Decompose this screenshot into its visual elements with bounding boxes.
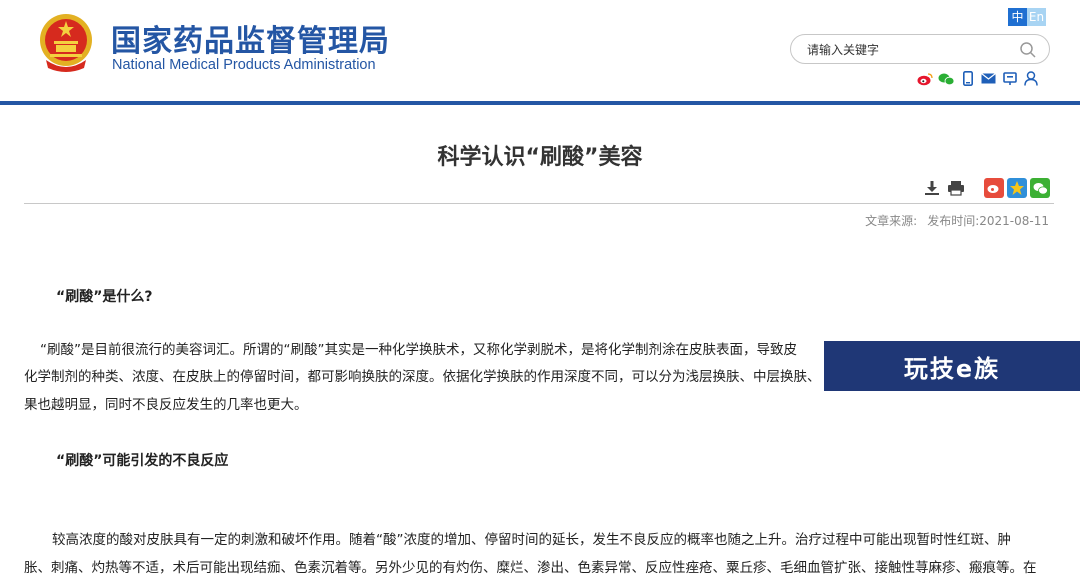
article-toolbar (922, 178, 1050, 198)
paragraph-2-line-2: 胀、刺痛、灼热等不适，术后可能出现结痂、色素沉着等。另外少见的有灼伤、糜烂、渗出… (24, 560, 1037, 576)
print-icon[interactable] (946, 178, 966, 198)
publish-label: 发布时间: (927, 214, 980, 228)
search-icon[interactable] (1019, 41, 1037, 59)
download-icon[interactable] (922, 178, 942, 198)
lang-zh-button[interactable]: 中 (1008, 8, 1027, 26)
mobile-icon[interactable] (959, 70, 976, 87)
section-heading-1: “刷酸”是什么? (56, 289, 153, 305)
user-icon[interactable] (1022, 70, 1039, 87)
org-name-en[interactable]: National Medical Products Administration (112, 57, 376, 73)
header-divider (0, 101, 1080, 105)
share-buttons (984, 178, 1050, 198)
weibo-icon[interactable] (917, 70, 934, 87)
language-switch: 中 En (1008, 8, 1046, 26)
article-title: 科学认识“刷酸”美容 (437, 145, 643, 170)
lang-en-button[interactable]: En (1027, 8, 1046, 26)
article-meta: 文章来源: 发布时间:2021-08-11 (865, 212, 1049, 229)
source-label: 文章来源: (865, 214, 918, 228)
qzone-share-icon[interactable] (1007, 178, 1027, 198)
watermark-text: 玩技e族 (903, 354, 1001, 383)
search-box (790, 34, 1050, 64)
org-name-cn[interactable]: 国家药品监督管理局 (111, 16, 390, 60)
weibo-share-icon[interactable] (984, 178, 1004, 198)
paragraph-2-line-1: 较高浓度的酸对皮肤具有一定的刺激和破坏作用。随着“酸”浓度的增加、停留时间的延长… (52, 532, 1011, 548)
message-icon[interactable] (1001, 70, 1018, 87)
national-emblem-icon[interactable] (38, 12, 94, 74)
publish-info: 发布时间:2021-08-11 (927, 212, 1049, 229)
section-heading-2: “刷酸”可能引发的不良反应 (56, 453, 229, 469)
paragraph-1-line-3: 果也越明显，同时不良反应发生的几率也更大。 (24, 397, 308, 413)
mail-icon[interactable] (980, 70, 997, 87)
header-tool-icons (917, 70, 1039, 87)
site-header: 国家药品监督管理局 National Medical Products Admi… (0, 0, 1080, 101)
publish-date: 2021-08-11 (979, 214, 1049, 228)
wechat-share-icon[interactable] (1030, 178, 1050, 198)
wechat-icon[interactable] (938, 70, 955, 87)
watermark-banner: 玩技e族 (824, 341, 1080, 391)
title-divider (24, 203, 1054, 204)
search-input[interactable] (807, 41, 1007, 59)
